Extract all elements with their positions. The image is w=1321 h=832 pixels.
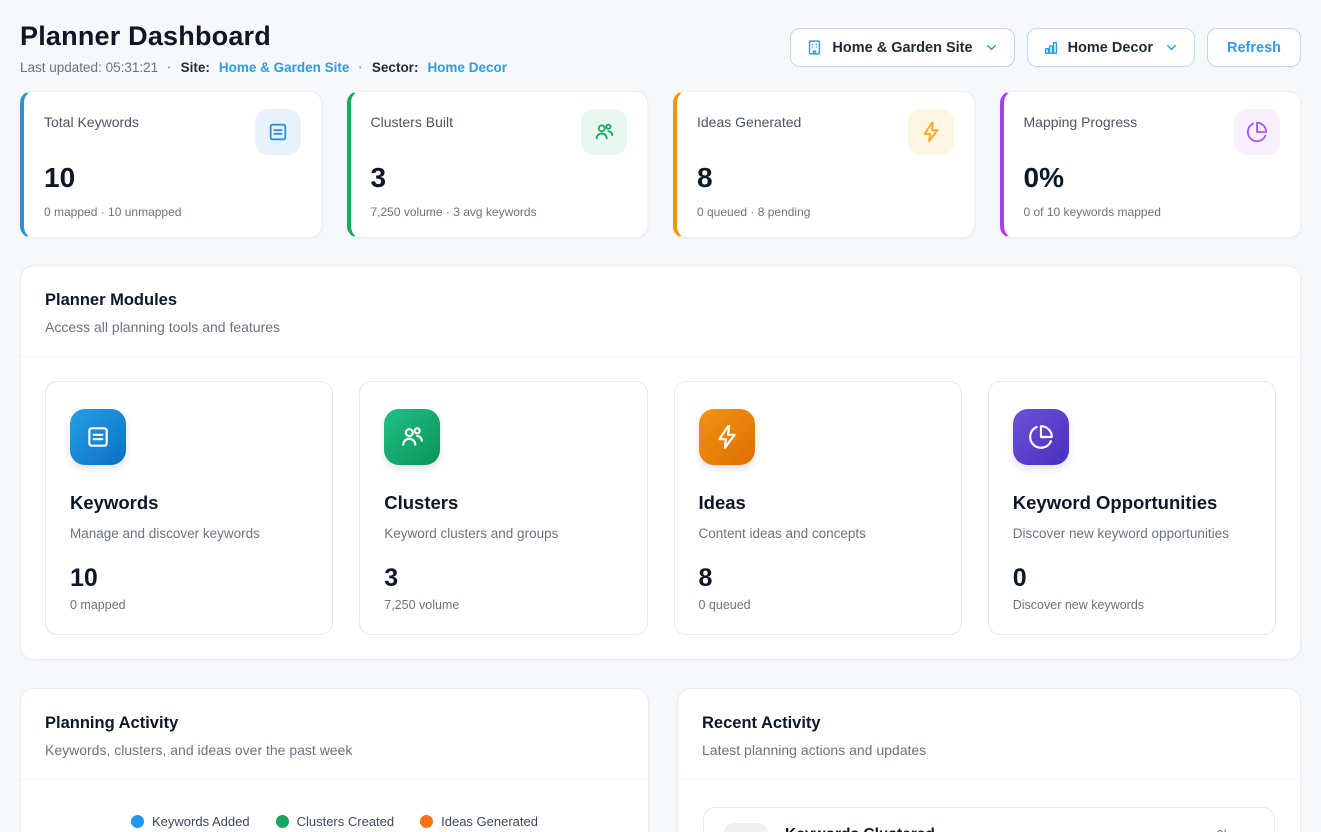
modules-panel-subtitle: Access all planning tools and features xyxy=(45,319,1276,335)
sector-link[interactable]: Home Decor xyxy=(427,60,507,75)
module-title: Clusters xyxy=(384,492,622,514)
stat-detail: 0 mapped · 10 unmapped xyxy=(44,205,301,219)
module-card-keyword-opportunities[interactable]: Keyword Opportunities Discover new keywo… xyxy=(988,381,1276,635)
bar-chart-icon xyxy=(1043,40,1059,56)
site-link[interactable]: Home & Garden Site xyxy=(219,60,350,75)
stat-label: Ideas Generated xyxy=(697,109,801,130)
legend-label: Clusters Created xyxy=(297,814,395,829)
planner-modules-panel: Planner Modules Access all planning tool… xyxy=(20,265,1301,660)
module-count: 3 xyxy=(384,564,622,593)
module-title: Keyword Opportunities xyxy=(1013,492,1251,514)
users-icon xyxy=(384,409,440,465)
stat-detail: 7,250 volume · 3 avg keywords xyxy=(371,205,628,219)
module-count: 8 xyxy=(699,564,937,593)
modules-grid: Keywords Manage and discover keywords 10… xyxy=(21,357,1300,659)
recent-activity-panel: Recent Activity Latest planning actions … xyxy=(677,688,1301,832)
page-title: Planner Dashboard xyxy=(20,21,507,52)
recent-panel-subtitle: Latest planning actions and updates xyxy=(702,742,1276,758)
stat-value: 8 xyxy=(697,162,954,194)
users-icon xyxy=(581,109,627,155)
sector-selector-button[interactable]: Home Decor xyxy=(1027,28,1195,67)
legend-dot-blue xyxy=(131,815,144,828)
lightning-icon xyxy=(699,409,755,465)
activity-feed: Keywords Clustered 2h ago 3 new clusters… xyxy=(678,780,1300,832)
sector-selector-label: Home Decor xyxy=(1068,40,1153,56)
module-count: 0 xyxy=(1013,564,1251,593)
planner-dashboard-page: Planner Dashboard Last updated: 05:31:21… xyxy=(0,0,1321,832)
legend-label: Keywords Added xyxy=(152,814,250,829)
stat-card-total-keywords: Total Keywords 10 0 mapped · 10 unmapped xyxy=(20,91,322,238)
stat-value: 10 xyxy=(44,162,301,194)
module-description: Keyword clusters and groups xyxy=(384,526,622,541)
meta-separator: · xyxy=(167,60,172,75)
site-label: Site: xyxy=(181,60,210,75)
feed-item-time: 2h ago xyxy=(1217,826,1255,832)
pie-chart-icon xyxy=(1013,409,1069,465)
legend-item-clusters-created[interactable]: Clusters Created xyxy=(276,814,395,829)
site-selector-label: Home & Garden Site xyxy=(832,40,972,56)
header-actions: Home & Garden Site Home Decor Refresh xyxy=(790,28,1301,67)
activity-panel-subtitle: Keywords, clusters, and ideas over the p… xyxy=(45,742,624,758)
stat-value: 3 xyxy=(371,162,628,194)
module-title: Keywords xyxy=(70,492,308,514)
stat-card-ideas-generated: Ideas Generated 8 0 queued · 8 pending xyxy=(673,91,975,238)
recent-panel-title: Recent Activity xyxy=(702,714,1276,733)
module-sub: Discover new keywords xyxy=(1013,598,1251,612)
legend-label: Ideas Generated xyxy=(441,814,538,829)
module-count: 10 xyxy=(70,564,308,593)
divider xyxy=(21,779,648,780)
lightning-icon xyxy=(908,109,954,155)
stat-label: Total Keywords xyxy=(44,109,139,130)
modules-panel-title: Planner Modules xyxy=(45,291,1276,310)
refresh-button[interactable]: Refresh xyxy=(1207,28,1301,67)
stat-card-mapping-progress: Mapping Progress 0% 0 of 10 keywords map… xyxy=(1000,91,1302,238)
legend-dot-green xyxy=(276,815,289,828)
stat-cards-row: Total Keywords 10 0 mapped · 10 unmapped… xyxy=(20,91,1301,238)
feed-item-title: Keywords Clustered xyxy=(785,826,935,832)
meta-separator: · xyxy=(358,60,363,75)
stat-detail: 0 of 10 keywords mapped xyxy=(1024,205,1281,219)
chart-legend: Keywords Added Clusters Created Ideas Ge… xyxy=(21,814,648,829)
header-meta: Last updated: 05:31:21 · Site: Home & Ga… xyxy=(20,60,507,75)
legend-item-ideas-generated[interactable]: Ideas Generated xyxy=(420,814,538,829)
sector-label: Sector: xyxy=(372,60,419,75)
legend-item-keywords-added[interactable]: Keywords Added xyxy=(131,814,250,829)
module-card-ideas[interactable]: Ideas Content ideas and concepts 8 0 que… xyxy=(674,381,962,635)
site-selector-button[interactable]: Home & Garden Site xyxy=(790,28,1014,67)
document-icon xyxy=(255,109,301,155)
planning-activity-panel: Planning Activity Keywords, clusters, an… xyxy=(20,688,649,832)
stat-label: Mapping Progress xyxy=(1024,109,1138,130)
legend-dot-orange xyxy=(420,815,433,828)
chevron-down-icon xyxy=(984,40,999,55)
header-left: Planner Dashboard Last updated: 05:31:21… xyxy=(20,21,507,75)
users-icon xyxy=(723,823,769,832)
stat-card-clusters-built: Clusters Built 3 7,250 volume · 3 avg ke… xyxy=(347,91,649,238)
module-title: Ideas xyxy=(699,492,937,514)
module-sub: 7,250 volume xyxy=(384,598,622,612)
activity-panel-title: Planning Activity xyxy=(45,714,624,733)
module-sub: 0 mapped xyxy=(70,598,308,612)
module-description: Content ideas and concepts xyxy=(699,526,937,541)
stat-detail: 0 queued · 8 pending xyxy=(697,205,954,219)
pie-chart-icon xyxy=(1234,109,1280,155)
stat-label: Clusters Built xyxy=(371,109,453,130)
building-icon xyxy=(806,39,823,56)
activity-feed-item: Keywords Clustered 2h ago 3 new clusters… xyxy=(703,807,1275,832)
module-sub: 0 queued xyxy=(699,598,937,612)
module-card-keywords[interactable]: Keywords Manage and discover keywords 10… xyxy=(45,381,333,635)
module-card-clusters[interactable]: Clusters Keyword clusters and groups 3 7… xyxy=(359,381,647,635)
module-description: Discover new keyword opportunities xyxy=(1013,526,1251,541)
document-icon xyxy=(70,409,126,465)
module-description: Manage and discover keywords xyxy=(70,526,308,541)
chevron-down-icon xyxy=(1164,40,1179,55)
bottom-row: Planning Activity Keywords, clusters, an… xyxy=(20,688,1301,832)
header: Planner Dashboard Last updated: 05:31:21… xyxy=(20,0,1301,75)
last-updated-text: Last updated: 05:31:21 xyxy=(20,60,158,75)
stat-value: 0% xyxy=(1024,162,1281,194)
